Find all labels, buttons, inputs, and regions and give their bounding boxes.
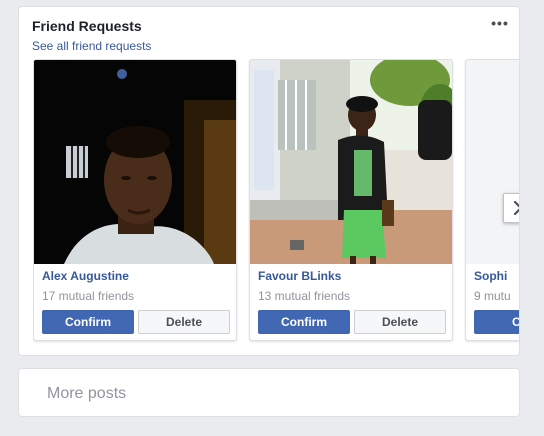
see-all-friend-requests-link[interactable]: See all friend requests: [32, 39, 151, 53]
carousel-next-button[interactable]: [503, 193, 519, 223]
profile-photo[interactable]: [250, 60, 452, 264]
friend-request-card: Alex Augustine 17 mutual friends Confirm…: [33, 59, 237, 341]
requester-name[interactable]: Alex Augustine: [42, 269, 129, 283]
mutual-friends-count[interactable]: 9 mutu: [474, 289, 511, 303]
friend-requests-panel: Friend Requests See all friend requests …: [18, 6, 520, 356]
delete-button[interactable]: Delete: [138, 310, 230, 334]
confirm-button[interactable]: Co: [474, 310, 519, 334]
profile-photo[interactable]: [466, 60, 519, 264]
mutual-friends-count[interactable]: 13 mutual friends: [258, 289, 350, 303]
friend-request-card: Favour BLinks 13 mutual friends Confirm …: [249, 59, 453, 341]
more-posts-label[interactable]: More posts: [47, 385, 126, 403]
chevron-right-icon: [513, 201, 519, 215]
more-options-icon[interactable]: •••: [490, 15, 510, 31]
requester-name[interactable]: Sophi: [474, 269, 507, 283]
profile-photo[interactable]: [34, 60, 236, 264]
requester-name[interactable]: Favour BLinks: [258, 269, 341, 283]
confirm-button[interactable]: Confirm: [258, 310, 350, 334]
more-posts-panel[interactable]: More posts: [18, 368, 520, 417]
panel-title: Friend Requests: [32, 18, 142, 34]
delete-button[interactable]: Delete: [354, 310, 446, 334]
friend-requests-carousel: Alex Augustine 17 mutual friends Confirm…: [33, 59, 519, 345]
mutual-friends-count[interactable]: 17 mutual friends: [42, 289, 134, 303]
confirm-button[interactable]: Confirm: [42, 310, 134, 334]
